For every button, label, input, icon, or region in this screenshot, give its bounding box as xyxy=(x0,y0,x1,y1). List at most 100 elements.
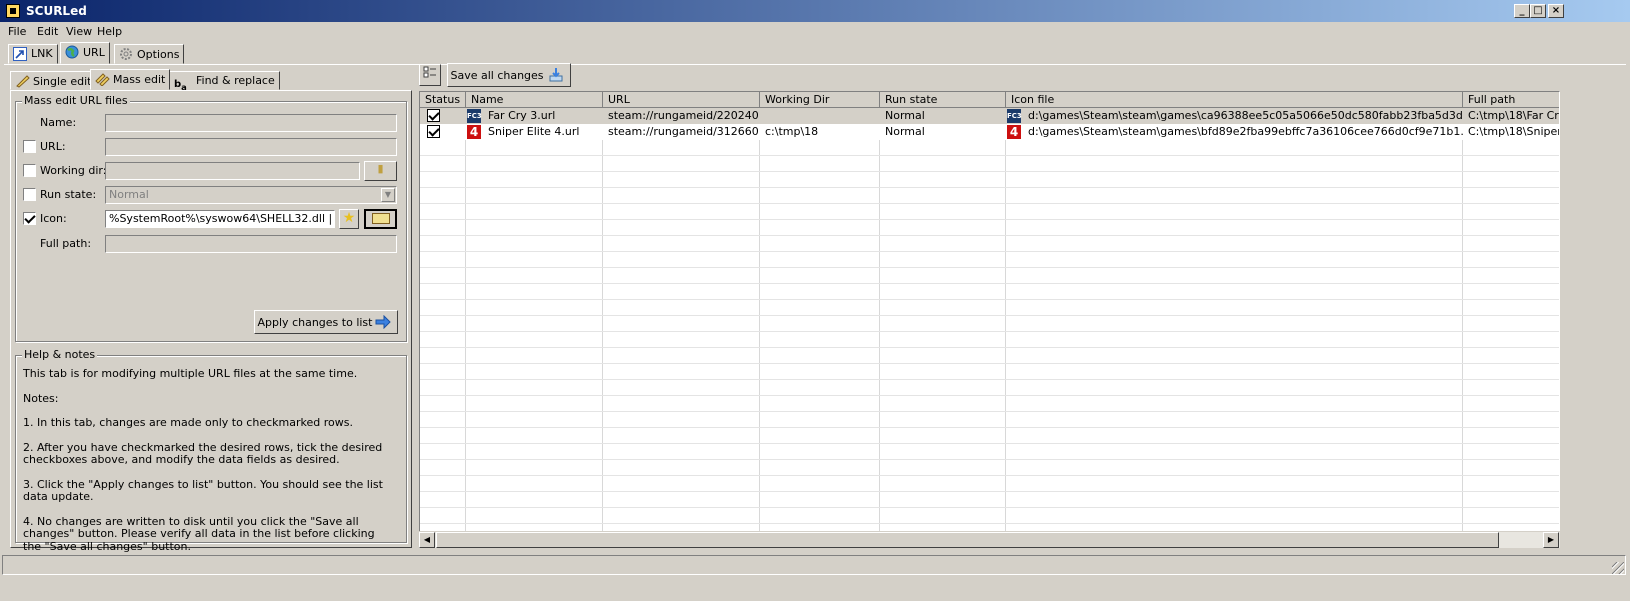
run-state-checkbox[interactable] xyxy=(23,188,36,201)
grid-row-line xyxy=(420,203,1559,204)
cell-name: Far Cry 3.url xyxy=(488,109,556,122)
cell-working-dir: c:\tmp\18 xyxy=(765,125,819,138)
help-text: This tab is for modifying multiple URL f… xyxy=(23,367,401,553)
grid-row-line xyxy=(420,379,1559,380)
tab-single-edit-label: Single edit xyxy=(33,75,92,88)
tab-mass-edit[interactable]: Mass edit xyxy=(90,69,171,90)
icon-checkbox[interactable] xyxy=(23,212,36,225)
tab-lnk[interactable]: LNK xyxy=(8,44,58,64)
working-dir-field[interactable] xyxy=(105,162,360,180)
run-state-select[interactable]: Normal ▼ xyxy=(105,186,397,204)
mass-edit-group-title: Mass edit URL files xyxy=(22,94,130,107)
help-line: This tab is for modifying multiple URL f… xyxy=(23,367,358,380)
tab-url[interactable]: URL xyxy=(60,42,110,64)
scroll-thumb[interactable] xyxy=(436,532,1499,548)
tab-url-label: URL xyxy=(83,46,105,59)
column-header-working-dir[interactable]: Working Dir xyxy=(760,92,880,108)
scroll-left-button[interactable]: ◀ xyxy=(419,532,435,548)
row-checkbox[interactable] xyxy=(427,125,440,138)
tab-find-replace[interactable]: ba Find & replace xyxy=(169,71,280,92)
tab-single-edit[interactable]: Single edit xyxy=(10,71,97,90)
tab-options[interactable]: Options xyxy=(114,44,185,64)
arrow-right-icon: ▶ xyxy=(1547,535,1555,544)
grid-row-line xyxy=(420,331,1559,332)
maximize-button[interactable]: □ xyxy=(1530,4,1546,18)
cell-run-state: Normal xyxy=(885,125,925,138)
column-header-name[interactable]: Name xyxy=(466,92,603,108)
grid-row-line xyxy=(420,459,1559,460)
shortcut-arrow-icon xyxy=(13,47,27,61)
name-label: Name: xyxy=(40,116,77,129)
grid-row-line xyxy=(420,395,1559,396)
cell-full-path: C:\tmp\18\Sniper E xyxy=(1468,125,1560,138)
menu-view[interactable]: View xyxy=(66,25,92,38)
cell-url: steam://rungameid/312660 xyxy=(608,125,759,138)
save-disk-icon xyxy=(548,67,564,86)
grid-row-line xyxy=(420,523,1559,524)
browse-icon-button[interactable] xyxy=(364,209,397,229)
scroll-right-button[interactable]: ▶ xyxy=(1543,532,1559,548)
sub-tab-strip: Single edit Mass edit ba Find & replace xyxy=(10,69,412,92)
minimize-button[interactable]: _ xyxy=(1514,4,1530,18)
name-field[interactable] xyxy=(105,114,397,132)
help-group-title: Help & notes xyxy=(22,348,98,361)
run-state-value: Normal xyxy=(109,188,149,201)
working-dir-checkbox[interactable] xyxy=(23,164,36,177)
cell-run-state: Normal xyxy=(885,109,925,122)
apply-changes-button[interactable]: Apply changes to list xyxy=(254,310,398,334)
multi-pencil-icon xyxy=(95,72,110,87)
arrow-left-icon: ◀ xyxy=(423,535,431,544)
menu-edit[interactable]: Edit xyxy=(37,25,58,38)
save-all-button[interactable]: Save all changes xyxy=(447,63,571,87)
cell-icon-file: d:\games\Steam\steam\games\ca96388ee5c05… xyxy=(1028,109,1463,122)
resize-grip-icon[interactable] xyxy=(1612,562,1624,574)
grid-row-line xyxy=(420,171,1559,172)
grid-row-line xyxy=(420,299,1559,300)
column-header-full-path[interactable]: Full path xyxy=(1463,92,1559,108)
horizontal-scrollbar[interactable]: ◀ ▶ xyxy=(419,531,1560,548)
run-state-label: Run state: xyxy=(40,188,97,201)
grid-row-line xyxy=(420,219,1559,220)
star-icon: ★ xyxy=(342,210,356,226)
cell-full-path: C:\tmp\18\Far Cry 3 xyxy=(1468,109,1559,122)
cell-url: steam://rungameid/220240 xyxy=(608,109,759,122)
arrow-right-icon xyxy=(375,314,391,332)
row-checkbox[interactable] xyxy=(427,109,440,122)
grid-row-line xyxy=(420,411,1559,412)
browse-folder-button[interactable]: ▮ xyxy=(364,161,397,181)
menu-help[interactable]: Help xyxy=(97,25,122,38)
check-all-button[interactable] xyxy=(419,64,441,86)
globe-icon xyxy=(65,45,79,59)
column-header-run-state[interactable]: Run state xyxy=(880,92,1006,108)
menu-file[interactable]: File xyxy=(8,25,26,38)
icon-field[interactable]: %SystemRoot%\syswow64\SHELL32.dll | 43 xyxy=(105,210,335,228)
title-bar[interactable]: SCURLed _ □ × xyxy=(0,0,1630,22)
tab-mass-edit-label: Mass edit xyxy=(113,73,166,86)
url-grid[interactable]: Status Name URL Working Dir Run state Ic… xyxy=(419,91,1560,533)
icon-library-icon xyxy=(371,213,390,224)
column-header-status[interactable]: Status xyxy=(420,92,466,108)
pick-icon-button[interactable]: ★ xyxy=(339,209,359,229)
window-title: SCURLed xyxy=(26,4,87,18)
grid-row-line xyxy=(420,347,1559,348)
url-checkbox[interactable] xyxy=(23,140,36,153)
help-line: 3. Click the "Apply changes to list" but… xyxy=(23,477,383,503)
url-label: URL: xyxy=(40,140,66,153)
column-header-url[interactable]: URL xyxy=(603,92,760,108)
chevron-down-icon: ▼ xyxy=(381,188,395,202)
tab-lnk-label: LNK xyxy=(31,47,53,60)
cell-working-dir xyxy=(760,108,880,124)
grid-row-line xyxy=(420,427,1559,428)
folder-icon: ▮ xyxy=(377,162,384,175)
apply-changes-label: Apply changes to list xyxy=(257,316,373,329)
url-field[interactable] xyxy=(105,138,397,156)
working-dir-label: Working dir: xyxy=(40,164,107,177)
help-line: Notes: xyxy=(23,391,59,405)
full-path-field[interactable] xyxy=(105,235,397,253)
icon-label: Icon: xyxy=(40,212,67,225)
grid-row-line xyxy=(420,475,1559,476)
grid-row-line xyxy=(420,491,1559,492)
close-button[interactable]: × xyxy=(1548,4,1564,18)
grid-row-line xyxy=(420,187,1559,188)
column-header-icon-file[interactable]: Icon file xyxy=(1006,92,1463,108)
